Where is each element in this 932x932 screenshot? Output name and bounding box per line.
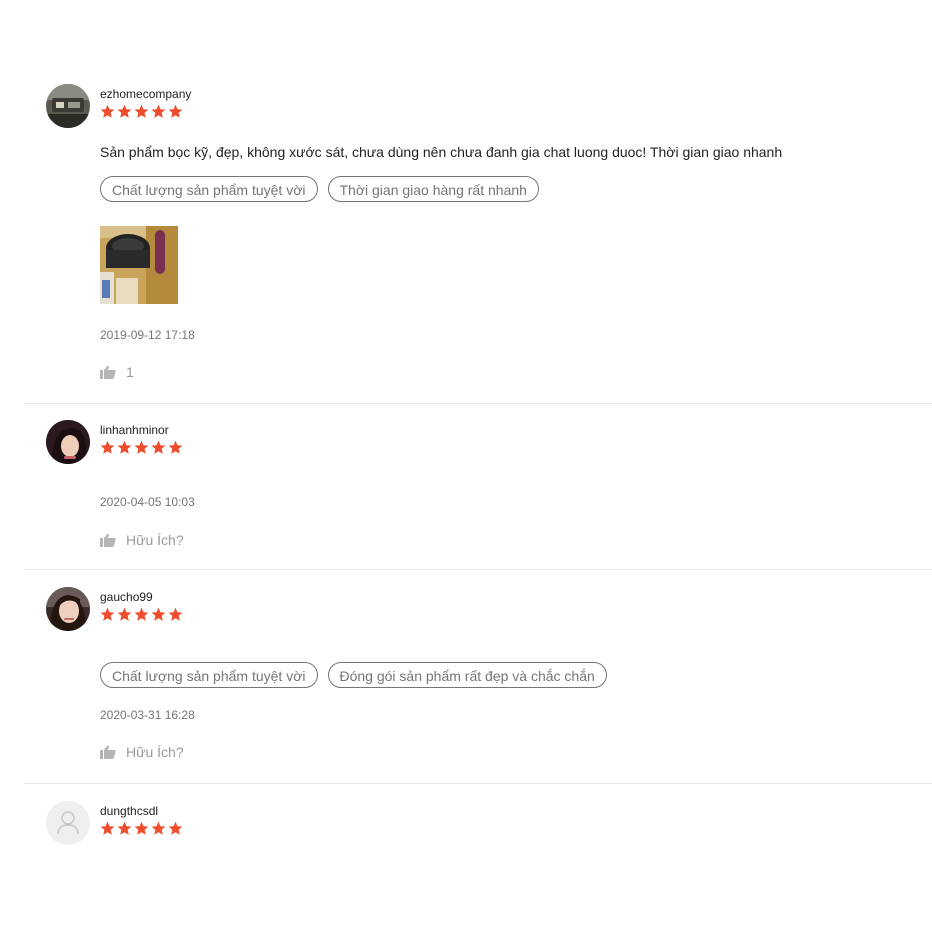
- like-button[interactable]: Hữu Ích?: [100, 531, 184, 549]
- star-icon: [100, 607, 115, 621]
- review-comment: Sản phẩm bọc kỹ, đẹp, không xước sát, ch…: [100, 144, 783, 160]
- review-timestamp: 2020-04-05 10:03: [100, 495, 195, 509]
- star-icon: [100, 104, 115, 118]
- like-count: 1: [126, 364, 134, 380]
- like-label: Hữu Ích?: [126, 744, 184, 760]
- star-icon: [151, 104, 166, 118]
- star-icon: [117, 821, 132, 835]
- star-icon: [134, 607, 149, 621]
- avatar-image: [46, 587, 90, 631]
- thumbs-up-icon: [100, 745, 116, 759]
- star-icon: [117, 440, 132, 454]
- review-tag[interactable]: Chất lượng sản phẩm tuyệt vời: [100, 662, 318, 688]
- username: dungthcsdl: [100, 804, 159, 818]
- star-icon: [151, 607, 166, 621]
- review-tag[interactable]: Thời gian giao hàng rất nhanh: [327, 176, 539, 202]
- star-icon: [151, 821, 166, 835]
- star-rating: [100, 104, 191, 120]
- review-tags: Chất lượng sản phẩm tuyệt vời Thời gian …: [100, 176, 539, 202]
- star-icon: [151, 440, 166, 454]
- review-item: ezhomecompany Sản phẩm bọc kỹ, đẹp, khôn…: [24, 72, 932, 404]
- username: linhanhminor: [100, 423, 169, 437]
- avatar[interactable]: [46, 420, 90, 464]
- avatar[interactable]: [46, 801, 90, 845]
- review-timestamp: 2020-03-31 16:28: [100, 708, 195, 722]
- star-icon: [168, 607, 183, 621]
- star-icon: [117, 607, 132, 621]
- star-icon: [134, 104, 149, 118]
- like-button[interactable]: Hữu Ích?: [100, 743, 184, 761]
- thumbs-up-icon: [100, 365, 116, 379]
- star-rating: [100, 607, 183, 623]
- star-icon: [168, 104, 183, 118]
- review-item: gaucho99 Chất lượng sản phẩm tuyệt vời Đ…: [24, 570, 932, 784]
- star-icon: [100, 821, 115, 835]
- star-icon: [134, 440, 149, 454]
- avatar-image: [46, 84, 90, 128]
- star-icon: [168, 821, 183, 835]
- thumbs-up-icon: [100, 533, 116, 547]
- username: ezhomecompany: [100, 87, 192, 101]
- review-photo[interactable]: [100, 226, 178, 304]
- review-tag[interactable]: Chất lượng sản phẩm tuyệt vời: [100, 176, 318, 202]
- star-icon: [100, 440, 115, 454]
- review-item: dungthcsdl: [24, 784, 932, 884]
- like-label: Hữu Ích?: [126, 532, 184, 548]
- star-icon: [117, 104, 132, 118]
- star-rating: [100, 821, 183, 837]
- review-timestamp: 2019-09-12 17:18: [100, 328, 195, 342]
- avatar-image: [46, 420, 90, 464]
- user-icon: [46, 801, 90, 845]
- username: gaucho99: [100, 590, 153, 604]
- review-tags: Chất lượng sản phẩm tuyệt vời Đóng gói s…: [100, 662, 607, 688]
- like-button[interactable]: 1: [100, 363, 134, 381]
- avatar[interactable]: [46, 587, 90, 631]
- star-icon: [134, 821, 149, 835]
- review-tag[interactable]: Đóng gói sản phẩm rất đẹp và chắc chắn: [327, 662, 607, 688]
- star-icon: [168, 440, 183, 454]
- avatar[interactable]: [46, 84, 90, 128]
- star-rating: [100, 440, 183, 456]
- review-item: linhanhminor 2020-04-05 10:03 Hữu Ích?: [24, 404, 932, 570]
